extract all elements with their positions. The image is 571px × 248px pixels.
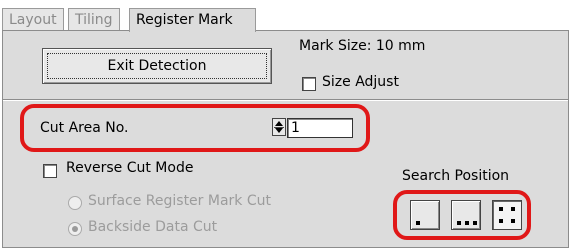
surface-register-mark-cut-label: Surface Register Mark Cut — [88, 193, 271, 209]
backside-data-cut-label: Backside Data Cut — [88, 219, 218, 235]
dot-icon — [465, 221, 469, 225]
reverse-cut-mode-label: Reverse Cut Mode — [66, 160, 194, 176]
tab-tiling[interactable]: Tiling — [68, 8, 120, 31]
dot-icon — [511, 207, 515, 211]
dot-icon — [416, 221, 420, 225]
tab-layout-label: Layout — [9, 12, 57, 28]
size-adjust-label: Size Adjust — [322, 74, 399, 90]
exit-detection-label: Exit Detection — [107, 58, 207, 74]
search-position-label: Search Position — [402, 168, 510, 184]
tab-tiling-label: Tiling — [75, 12, 113, 28]
size-adjust-checkbox[interactable] — [302, 77, 316, 91]
dot-icon — [457, 221, 461, 225]
spin-down-icon — [275, 128, 283, 133]
tab-layout[interactable]: Layout — [2, 8, 64, 31]
surface-register-mark-cut-radio[interactable] — [68, 196, 82, 210]
search-position-one-dot-button[interactable] — [410, 200, 440, 230]
section-divider — [3, 99, 568, 101]
dot-icon — [511, 219, 515, 223]
tab-register-mark[interactable]: Register Mark — [129, 8, 256, 32]
search-position-four-dots-button[interactable] — [492, 200, 522, 230]
spin-up-icon — [275, 121, 283, 126]
dot-icon — [499, 219, 503, 223]
reverse-cut-mode-checkbox[interactable] — [43, 164, 57, 178]
backside-data-cut-radio[interactable] — [68, 222, 82, 236]
mark-size-text: Mark Size: 10 mm — [299, 38, 426, 54]
search-position-two-dots-button[interactable] — [451, 200, 481, 230]
dot-icon — [499, 207, 503, 211]
dot-icon — [473, 221, 477, 225]
cut-area-label: Cut Area No. — [40, 120, 129, 136]
tab-register-mark-label: Register Mark — [136, 12, 233, 28]
cut-area-spinner[interactable] — [272, 118, 286, 136]
exit-detection-button[interactable]: Exit Detection — [42, 48, 272, 84]
cut-area-input[interactable]: 1 — [287, 118, 353, 138]
